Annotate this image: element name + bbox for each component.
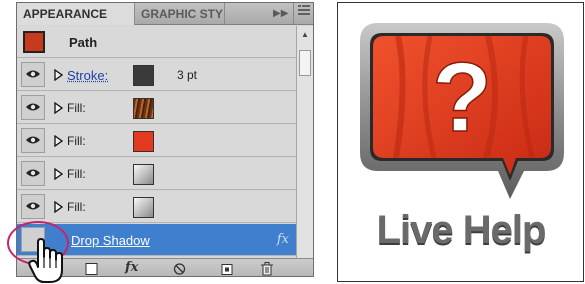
fill-row[interactable]: Fill: — [17, 92, 297, 124]
clear-icon[interactable] — [173, 262, 186, 276]
disclosure-triangle-icon[interactable] — [54, 135, 63, 147]
speech-bubble-icon: ? — [360, 23, 564, 199]
eye-icon — [26, 169, 40, 177]
visibility-toggle[interactable] — [21, 194, 45, 219]
disclosure-triangle-icon[interactable] — [54, 201, 63, 213]
eye-icon — [26, 202, 40, 210]
fill-row[interactable]: Fill: — [17, 191, 297, 223]
new-stroke-icon[interactable] — [85, 262, 98, 276]
fill-label: Fill: — [67, 101, 86, 115]
eye-icon — [26, 136, 40, 144]
scroll-up-icon[interactable]: ▲ — [301, 30, 309, 39]
duplicate-icon[interactable] — [221, 262, 234, 276]
stroke-swatch[interactable] — [133, 65, 154, 86]
visibility-toggle[interactable] — [21, 161, 45, 186]
fx-icon: fx — [276, 232, 289, 247]
visibility-toggle[interactable] — [21, 62, 45, 87]
path-row[interactable]: Path — [17, 26, 297, 58]
stroke-label[interactable]: Stroke: — [67, 68, 108, 83]
panel-tab-bar: APPEARANCE GRAPHIC STY ▶▶ — [17, 3, 313, 25]
tab-appearance[interactable]: APPEARANCE — [17, 3, 135, 25]
drop-shadow-label[interactable]: Drop Shadow — [71, 233, 150, 248]
fill-label: Fill: — [67, 134, 86, 148]
tab-graphic-styles[interactable]: GRAPHIC STY — [135, 3, 225, 25]
object-label: Path — [69, 35, 98, 50]
panel-menu-icon[interactable] — [293, 3, 310, 24]
fill-label: Fill: — [67, 200, 86, 214]
hand-cursor-icon — [28, 238, 63, 283]
fill-swatch-gradient[interactable] — [133, 164, 154, 185]
add-effect-button[interactable]: fx — [125, 260, 138, 275]
fill-swatch-red[interactable] — [133, 131, 154, 152]
stroke-weight[interactable]: 3 pt — [177, 68, 197, 82]
vertical-scrollbar[interactable]: ▲ — [296, 26, 313, 258]
scroll-thumb[interactable] — [299, 50, 311, 76]
path-thumbnail — [23, 31, 45, 53]
fill-swatch-wood[interactable] — [133, 98, 154, 119]
fill-row[interactable]: Fill: — [17, 125, 297, 157]
fill-label: Fill: — [67, 167, 86, 181]
fill-swatch-gradient[interactable] — [133, 197, 154, 218]
disclosure-triangle-icon[interactable] — [54, 168, 63, 180]
forward-icon[interactable]: ▶▶ — [273, 3, 288, 25]
fill-row[interactable]: Fill: — [17, 158, 297, 190]
live-help-logo-frame: ? Live Help — [337, 2, 584, 282]
eye-icon — [26, 70, 40, 78]
visibility-toggle[interactable] — [21, 95, 45, 120]
disclosure-triangle-icon[interactable] — [54, 102, 63, 114]
live-help-text: Live Help — [376, 208, 547, 252]
trash-icon[interactable] — [261, 262, 273, 276]
disclosure-triangle-icon[interactable] — [54, 69, 63, 81]
eye-icon — [26, 103, 40, 111]
visibility-toggle[interactable] — [21, 128, 45, 153]
stroke-row[interactable]: Stroke: 3 pt — [17, 59, 297, 91]
question-mark: ? — [432, 42, 492, 152]
